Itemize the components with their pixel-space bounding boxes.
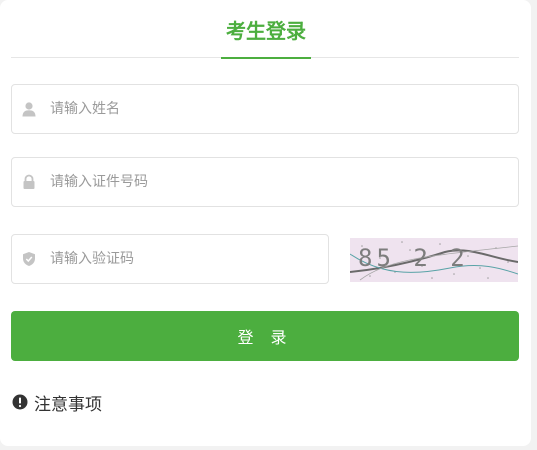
login-button[interactable]: 登 录 bbox=[11, 311, 519, 361]
tab-bar: 考生登录 bbox=[11, 0, 519, 59]
tab-label: 考生登录 bbox=[226, 19, 306, 43]
user-icon bbox=[22, 102, 36, 117]
lock-icon bbox=[23, 174, 35, 189]
name-field[interactable] bbox=[11, 84, 519, 134]
login-card: 考生登录 请输入姓名 请输入证件号码 请输入验证码 85 2 2 登 录 注意事… bbox=[0, 0, 531, 446]
name-input[interactable] bbox=[50, 85, 508, 133]
exclamation-circle-icon bbox=[12, 394, 28, 410]
notice-label: 注意事项 bbox=[34, 394, 102, 415]
shield-icon bbox=[23, 252, 35, 266]
notice-link[interactable]: 注意事项 bbox=[12, 391, 102, 415]
id-number-input[interactable] bbox=[50, 158, 508, 206]
captcha-field[interactable] bbox=[11, 234, 329, 284]
tab-examinee-login[interactable]: 考生登录 bbox=[221, 15, 311, 59]
id-number-field[interactable] bbox=[11, 157, 519, 207]
captcha-input[interactable] bbox=[50, 235, 318, 283]
captcha-drawing: 85 2 2 bbox=[350, 241, 518, 281]
captcha-code: 85 2 2 bbox=[358, 244, 469, 272]
tab-underline bbox=[221, 57, 311, 59]
captcha-image[interactable]: 85 2 2 bbox=[350, 238, 518, 282]
